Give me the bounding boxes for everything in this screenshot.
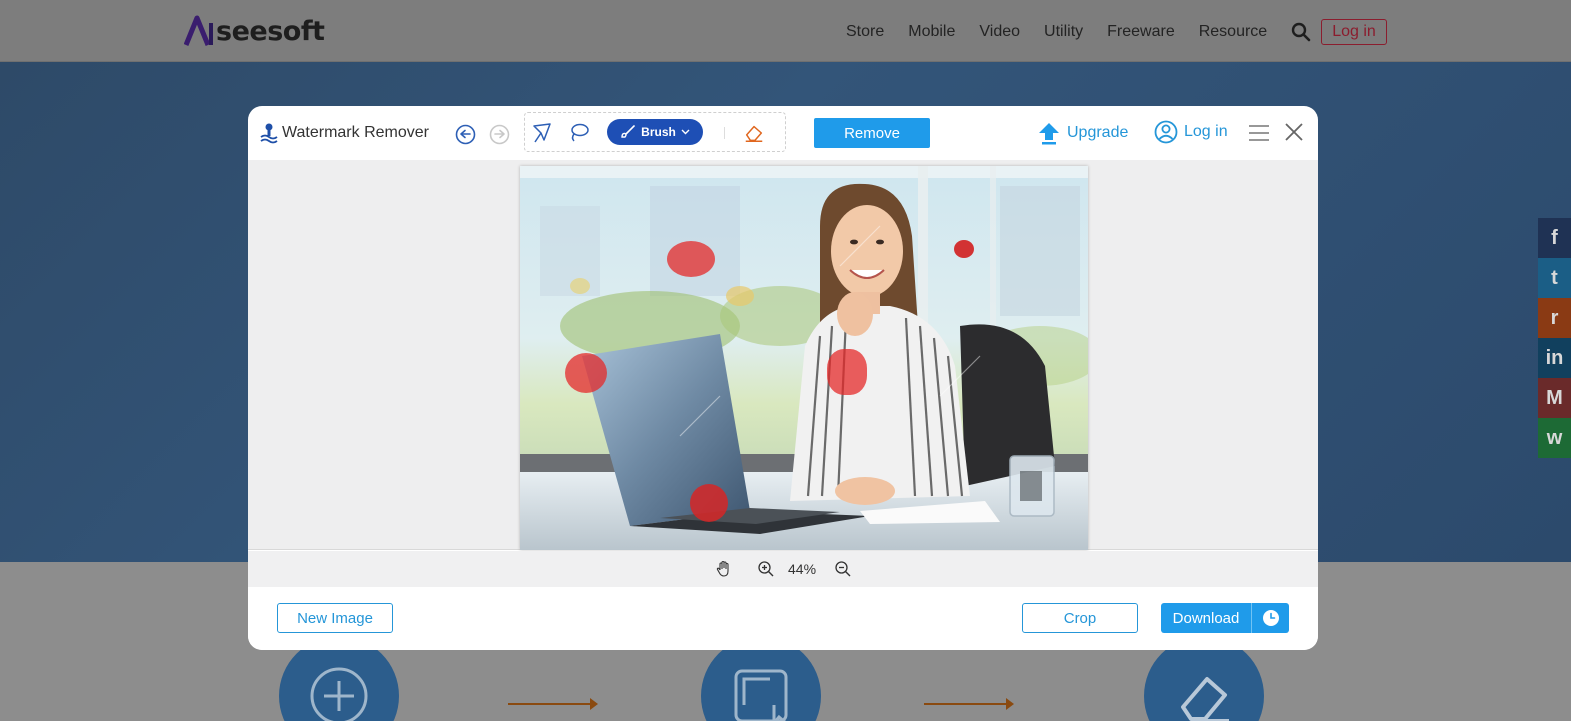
user-icon (1154, 120, 1178, 144)
share-whatsapp[interactable]: w (1538, 418, 1571, 458)
select-area-icon (734, 669, 788, 721)
zoom-level: 44% (788, 561, 817, 577)
brush-mark (954, 240, 974, 258)
search-icon[interactable] (1291, 22, 1311, 42)
clock-icon[interactable] (1252, 609, 1289, 627)
remove-button[interactable]: Remove (814, 118, 930, 148)
uploaded-photo[interactable] (520, 166, 1088, 550)
close-icon[interactable] (1284, 122, 1304, 142)
logo-mark-icon (184, 15, 213, 46)
share-twitter[interactable]: t (1538, 258, 1571, 298)
watermark-remover-icon (260, 123, 278, 144)
photo-image (520, 166, 1088, 550)
tool-divider (724, 127, 725, 139)
download-label: Download (1172, 609, 1240, 627)
nav-mobile[interactable]: Mobile (908, 23, 955, 41)
site-login-button[interactable]: Log in (1321, 19, 1387, 45)
aiseesoft-logo[interactable]: seesoft (184, 12, 325, 50)
share-reddit[interactable]: r (1538, 298, 1571, 338)
nav-resource[interactable]: Resource (1199, 23, 1267, 41)
brush-label: Brush (641, 125, 676, 139)
new-image-button[interactable]: New Image (277, 603, 393, 633)
watermark-remover-dialog: Watermark Remover Brush Remove Upgrade L… (248, 106, 1318, 650)
zoom-in-icon[interactable] (757, 560, 775, 578)
polygonal-lasso-icon[interactable] (531, 122, 553, 144)
chevron-down-icon (681, 129, 690, 135)
plus-circle-icon (310, 667, 368, 721)
brush-mark (565, 353, 607, 393)
nav-store[interactable]: Store (846, 23, 884, 41)
zoom-out-icon[interactable] (834, 560, 852, 578)
crop-button[interactable]: Crop (1022, 603, 1138, 633)
zoom-bar: 44% (248, 551, 1318, 587)
lasso-icon[interactable] (568, 122, 590, 144)
brush-mark (667, 241, 715, 277)
site-nav: Store Mobile Video Utility Freeware Reso… (846, 19, 1387, 45)
download-button[interactable]: Download (1161, 603, 1289, 633)
dialog-footer: New Image Crop Download (248, 587, 1318, 650)
editor-canvas[interactable] (248, 160, 1318, 550)
upgrade-arrow-icon (1039, 123, 1059, 145)
eraser-tool-icon[interactable] (743, 122, 765, 144)
nav-video[interactable]: Video (979, 23, 1020, 41)
selection-tools: Brush (524, 112, 786, 152)
dialog-login-label: Log in (1184, 123, 1228, 140)
share-linkedin[interactable]: in (1538, 338, 1571, 378)
eraser-icon (1181, 677, 1229, 721)
dialog-login-link[interactable]: Log in (1154, 120, 1228, 144)
nav-freeware[interactable]: Freeware (1107, 23, 1175, 41)
brush-icon (621, 125, 635, 138)
app-title-label: Watermark Remover (282, 124, 429, 141)
brush-tool-button[interactable]: Brush (607, 119, 703, 145)
editor-toolbar: Watermark Remover Brush Remove Upgrade L… (248, 106, 1318, 160)
nav-utility[interactable]: Utility (1044, 23, 1083, 41)
step-arrow (508, 698, 598, 710)
menu-icon[interactable] (1248, 123, 1270, 143)
share-email[interactable]: M (1538, 378, 1571, 418)
logo-text: seesoft (216, 15, 325, 47)
undo-icon[interactable] (454, 123, 476, 145)
share-facebook[interactable]: f (1538, 218, 1571, 258)
app-title: Watermark Remover (260, 122, 429, 144)
redo-icon[interactable] (488, 123, 510, 145)
site-header: seesoft Store Mobile Video Utility Freew… (0, 0, 1571, 62)
upgrade-label: Upgrade (1067, 124, 1129, 141)
upgrade-link[interactable]: Upgrade (1038, 121, 1128, 145)
hand-pan-icon[interactable] (715, 560, 733, 578)
step-arrow (924, 698, 1014, 710)
brush-mark (827, 349, 867, 395)
brush-mark (690, 484, 728, 522)
